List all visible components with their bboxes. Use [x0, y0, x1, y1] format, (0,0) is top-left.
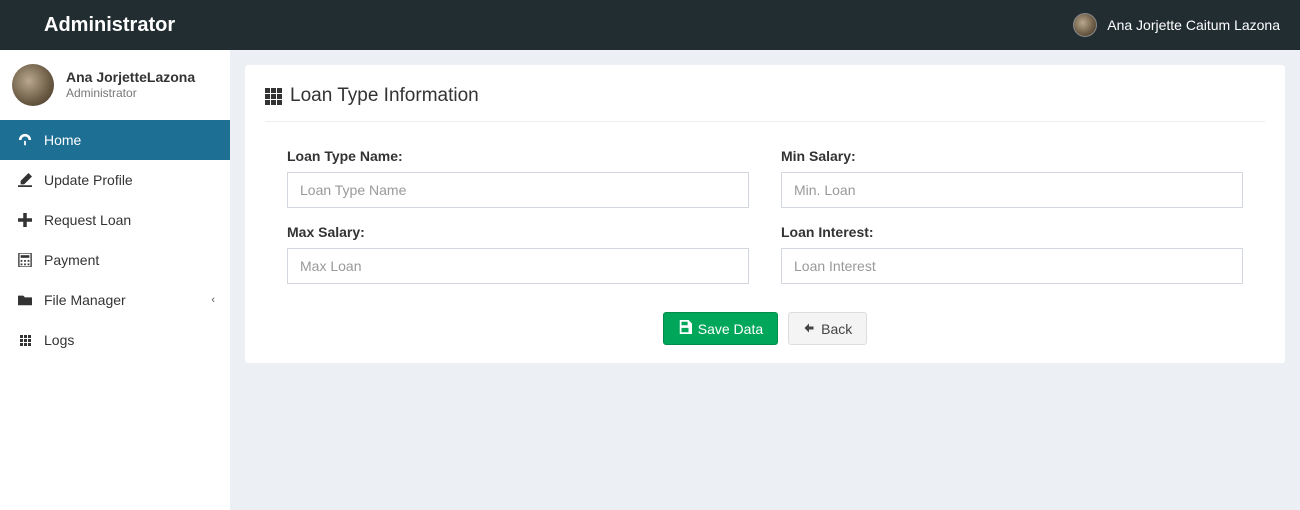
avatar [12, 64, 54, 106]
sidebar-link-home[interactable]: Home [0, 120, 230, 160]
save-icon [678, 320, 692, 337]
content-wrapper: Loan Type Information Loan Type Name: Mi… [230, 50, 1300, 510]
label-min-salary: Min Salary: [781, 148, 1243, 164]
main-sidebar: Ana JorjetteLazona Administrator Home Up… [0, 50, 230, 510]
sidebar-item-file-manager: File Manager ‹ [0, 280, 230, 320]
calculator-icon [16, 253, 34, 267]
sidebar-user-name: Ana JorjetteLazona [66, 68, 195, 86]
user-menu-name: Ana Jorjette Caitum Lazona [1107, 17, 1280, 33]
sidebar-item-label: Request Loan [44, 212, 131, 228]
label-loan-interest: Loan Interest: [781, 224, 1243, 240]
folder-icon [16, 293, 34, 307]
chevron-left-icon: ‹ [211, 294, 215, 306]
sidebar-item-logs: Logs [0, 320, 230, 360]
sidebar-item-payment: Payment [0, 240, 230, 280]
main-header: Administrator Ana Jorjette Caitum Lazona [0, 0, 1300, 50]
dashboard-icon [16, 133, 34, 147]
loan-type-name-input[interactable] [287, 172, 749, 208]
form-group-loan-type-name: Loan Type Name: [287, 148, 749, 208]
sidebar-item-label: Home [44, 132, 81, 148]
label-loan-type-name: Loan Type Name: [287, 148, 749, 164]
user-menu[interactable]: Ana Jorjette Caitum Lazona [1073, 13, 1285, 37]
sidebar-user-panel: Ana JorjetteLazona Administrator [0, 50, 230, 120]
avatar [1073, 13, 1097, 37]
max-salary-input[interactable] [287, 248, 749, 284]
arrow-left-icon [803, 321, 815, 337]
save-button-label: Save Data [698, 321, 763, 337]
sidebar-link-update-profile[interactable]: Update Profile [0, 160, 230, 200]
sidebar-item-update-profile: Update Profile [0, 160, 230, 200]
panel-loan-type-info: Loan Type Information Loan Type Name: Mi… [245, 65, 1285, 363]
save-button[interactable]: Save Data [663, 312, 778, 345]
top-navbar: Ana Jorjette Caitum Lazona [230, 0, 1300, 50]
sidebar-item-label: File Manager [44, 292, 126, 308]
sidebar-link-payment[interactable]: Payment [0, 240, 230, 280]
pencil-icon [16, 173, 34, 187]
panel-header: Loan Type Information [265, 85, 1265, 122]
sidebar-link-request-loan[interactable]: Request Loan [0, 200, 230, 240]
sidebar-item-request-loan: Request Loan [0, 200, 230, 240]
form-group-loan-interest: Loan Interest: [781, 224, 1243, 284]
app-logo[interactable]: Administrator [0, 0, 230, 50]
sidebar-item-label: Payment [44, 252, 99, 268]
page-title: Loan Type Information [290, 85, 479, 107]
sidebar-menu: Home Update Profile Request Loan [0, 120, 230, 360]
sidebar-user-role: Administrator [66, 86, 195, 102]
grid-icon [16, 335, 34, 346]
grid-icon [265, 88, 282, 105]
sidebar-link-logs[interactable]: Logs [0, 320, 230, 360]
app-logo-text: Administrator [44, 14, 175, 37]
sidebar-link-file-manager[interactable]: File Manager ‹ [0, 280, 230, 320]
form-group-max-salary: Max Salary: [287, 224, 749, 284]
sidebar-item-home: Home [0, 120, 230, 160]
sidebar-item-label: Update Profile [44, 172, 133, 188]
plus-icon [16, 213, 34, 227]
back-button[interactable]: Back [788, 312, 867, 345]
form-group-min-salary: Min Salary: [781, 148, 1243, 208]
sidebar-toggle-button[interactable] [245, 1, 275, 49]
loan-interest-input[interactable] [781, 248, 1243, 284]
form-actions: Save Data Back [265, 312, 1265, 345]
back-button-label: Back [821, 321, 852, 337]
min-salary-input[interactable] [781, 172, 1243, 208]
label-max-salary: Max Salary: [287, 224, 749, 240]
sidebar-item-label: Logs [44, 332, 74, 348]
